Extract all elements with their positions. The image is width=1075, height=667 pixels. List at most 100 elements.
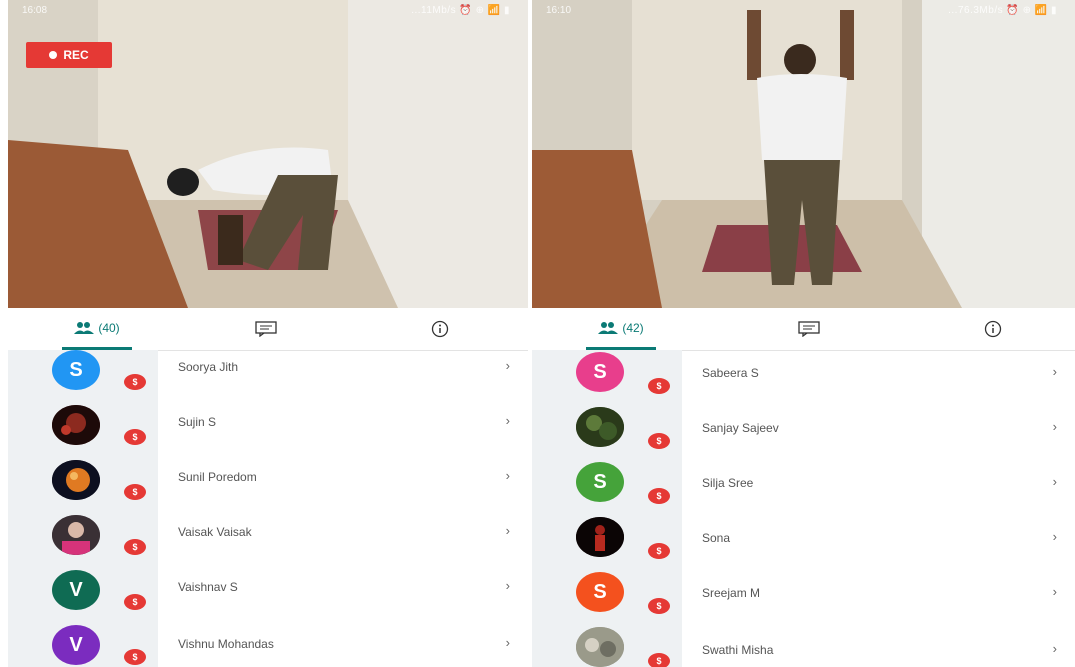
avatar-initial: S — [593, 470, 607, 493]
chevron-right-icon[interactable]: › — [506, 523, 510, 538]
status-bar: 16:10 ...76.3Mb/s ⏰ ⊕ 📶 ▮ — [532, 0, 1075, 22]
chevron-right-icon[interactable]: › — [1053, 419, 1057, 434]
people-count: (40) — [98, 320, 120, 335]
avatar: V — [52, 625, 100, 665]
participant-name: Sunil Poredom — [178, 470, 257, 484]
avatar-photo — [52, 405, 100, 445]
participant-name: Sreejam M — [702, 586, 761, 600]
mic-off-icon: $ — [124, 594, 146, 610]
participant-row[interactable]: S $ Soorya Jith › — [8, 350, 528, 406]
avatar-initial: V — [69, 578, 83, 601]
avatar: S — [52, 350, 100, 390]
mic-off-icon: $ — [648, 488, 670, 504]
participant-row[interactable]: $ Sunil Poredom › — [8, 460, 528, 516]
avatar: S — [576, 462, 624, 502]
mic-off-icon: $ — [648, 653, 670, 667]
chevron-right-icon[interactable]: › — [506, 413, 510, 428]
avatar: S — [576, 572, 624, 612]
chevron-right-icon[interactable]: › — [1053, 364, 1057, 379]
status-bar: 16:08 ...11Mb/s ⏰ ⊕ 📶 ▮ — [8, 0, 528, 22]
participant-list: S $ Soorya Jith › $ Sujin S › $ Sunil Po… — [8, 350, 528, 667]
participant-name: Sabeera S — [702, 366, 759, 380]
avatar-initial: S — [593, 360, 607, 383]
record-dot-icon — [49, 51, 58, 59]
participant-name: Vishnu Mohandas — [178, 637, 274, 651]
recording-indicator: REC — [26, 42, 112, 68]
info-icon — [984, 320, 1002, 338]
chevron-right-icon[interactable]: › — [506, 578, 510, 593]
mic-off-icon: $ — [648, 433, 670, 449]
tab-chat[interactable] — [794, 308, 824, 350]
chevron-right-icon[interactable]: › — [506, 358, 510, 373]
participant-row[interactable]: V $ Vishnu Mohandas › — [8, 625, 528, 667]
video-feed-left: 16:08 ...11Mb/s ⏰ ⊕ 📶 ▮ REC — [8, 0, 528, 308]
chevron-right-icon[interactable]: › — [506, 635, 510, 650]
tab-info[interactable] — [978, 308, 1008, 350]
avatar — [576, 407, 624, 447]
participant-row[interactable]: $ Sanjay Sajeev › — [532, 405, 1075, 461]
people-icon — [74, 321, 95, 334]
info-icon — [431, 320, 449, 338]
participant-row[interactable]: S $ Sabeera S › — [532, 350, 1075, 406]
mic-off-icon: $ — [124, 649, 146, 665]
chevron-right-icon[interactable]: › — [506, 468, 510, 483]
avatar-photo — [52, 515, 100, 555]
tab-people[interactable]: (40) — [62, 308, 132, 350]
chevron-right-icon[interactable]: › — [1053, 584, 1057, 599]
participant-row[interactable]: $ Sona › — [532, 515, 1075, 571]
status-time: 16:08 — [22, 5, 48, 16]
mic-off-icon: $ — [124, 539, 146, 555]
status-time: 16:10 — [546, 5, 572, 16]
avatar — [52, 405, 100, 445]
meeting-tabbar: (42) — [532, 308, 1075, 351]
avatar-photo — [52, 460, 100, 500]
participant-row[interactable]: V $ Vaishnav S › — [8, 570, 528, 626]
participant-name: Swathi Misha — [702, 643, 774, 657]
participant-row[interactable]: $ Sujin S › — [8, 405, 528, 461]
avatar: V — [52, 570, 100, 610]
avatar — [52, 515, 100, 555]
video-scene-right — [532, 0, 1075, 308]
participant-name: Silja Sree — [702, 476, 754, 490]
tab-chat[interactable] — [251, 308, 281, 350]
tab-info[interactable] — [425, 308, 455, 350]
mic-off-icon: $ — [648, 598, 670, 614]
mic-off-icon: $ — [648, 378, 670, 394]
tab-people[interactable]: (42) — [586, 308, 656, 350]
participant-name: Sujin S — [178, 415, 217, 429]
participant-name: Soorya Jith — [178, 360, 239, 374]
video-feed-right: 16:10 ...76.3Mb/s ⏰ ⊕ 📶 ▮ — [532, 0, 1075, 308]
avatar-photo — [576, 407, 624, 447]
participant-row[interactable]: $ Swathi Misha › — [532, 625, 1075, 667]
chat-icon — [798, 321, 820, 337]
avatar-photo — [576, 627, 624, 667]
status-network: ...76.3Mb/s ⏰ ⊕ 📶 ▮ — [948, 5, 1057, 16]
participant-row[interactable]: $ Vaisak Vaisak › — [8, 515, 528, 571]
chevron-right-icon[interactable]: › — [1053, 529, 1057, 544]
people-count: (42) — [622, 320, 644, 335]
chat-icon — [255, 321, 277, 337]
avatar-initial: S — [69, 358, 83, 381]
chevron-right-icon[interactable]: › — [1053, 641, 1057, 656]
avatar — [576, 627, 624, 667]
participant-row[interactable]: S $ Sreejam M › — [532, 570, 1075, 626]
status-network: ...11Mb/s ⏰ ⊕ 📶 ▮ — [411, 5, 510, 16]
left-meeting-screen: 16:08 ...11Mb/s ⏰ ⊕ 📶 ▮ REC (40) S $ Soo… — [8, 0, 528, 667]
mic-off-icon: $ — [124, 484, 146, 500]
avatar: S — [576, 352, 624, 392]
people-icon — [598, 321, 619, 334]
avatar — [52, 460, 100, 500]
avatar-photo — [576, 517, 624, 557]
right-meeting-screen: 16:10 ...76.3Mb/s ⏰ ⊕ 📶 ▮ (42) S $ Sabee… — [532, 0, 1075, 667]
mic-off-icon: $ — [648, 543, 670, 559]
participant-name: Vaisak Vaisak — [178, 525, 252, 539]
participant-name: Vaishnav S — [178, 580, 238, 594]
meeting-tabbar: (40) — [8, 308, 528, 351]
avatar-initial: S — [593, 580, 607, 603]
participant-list: S $ Sabeera S › $ Sanjay Sajeev › S $ Si… — [532, 350, 1075, 667]
mic-off-icon: $ — [124, 429, 146, 445]
avatar-initial: V — [69, 633, 83, 656]
participant-row[interactable]: S $ Silja Sree › — [532, 460, 1075, 516]
chevron-right-icon[interactable]: › — [1053, 474, 1057, 489]
rec-label: REC — [63, 48, 89, 62]
